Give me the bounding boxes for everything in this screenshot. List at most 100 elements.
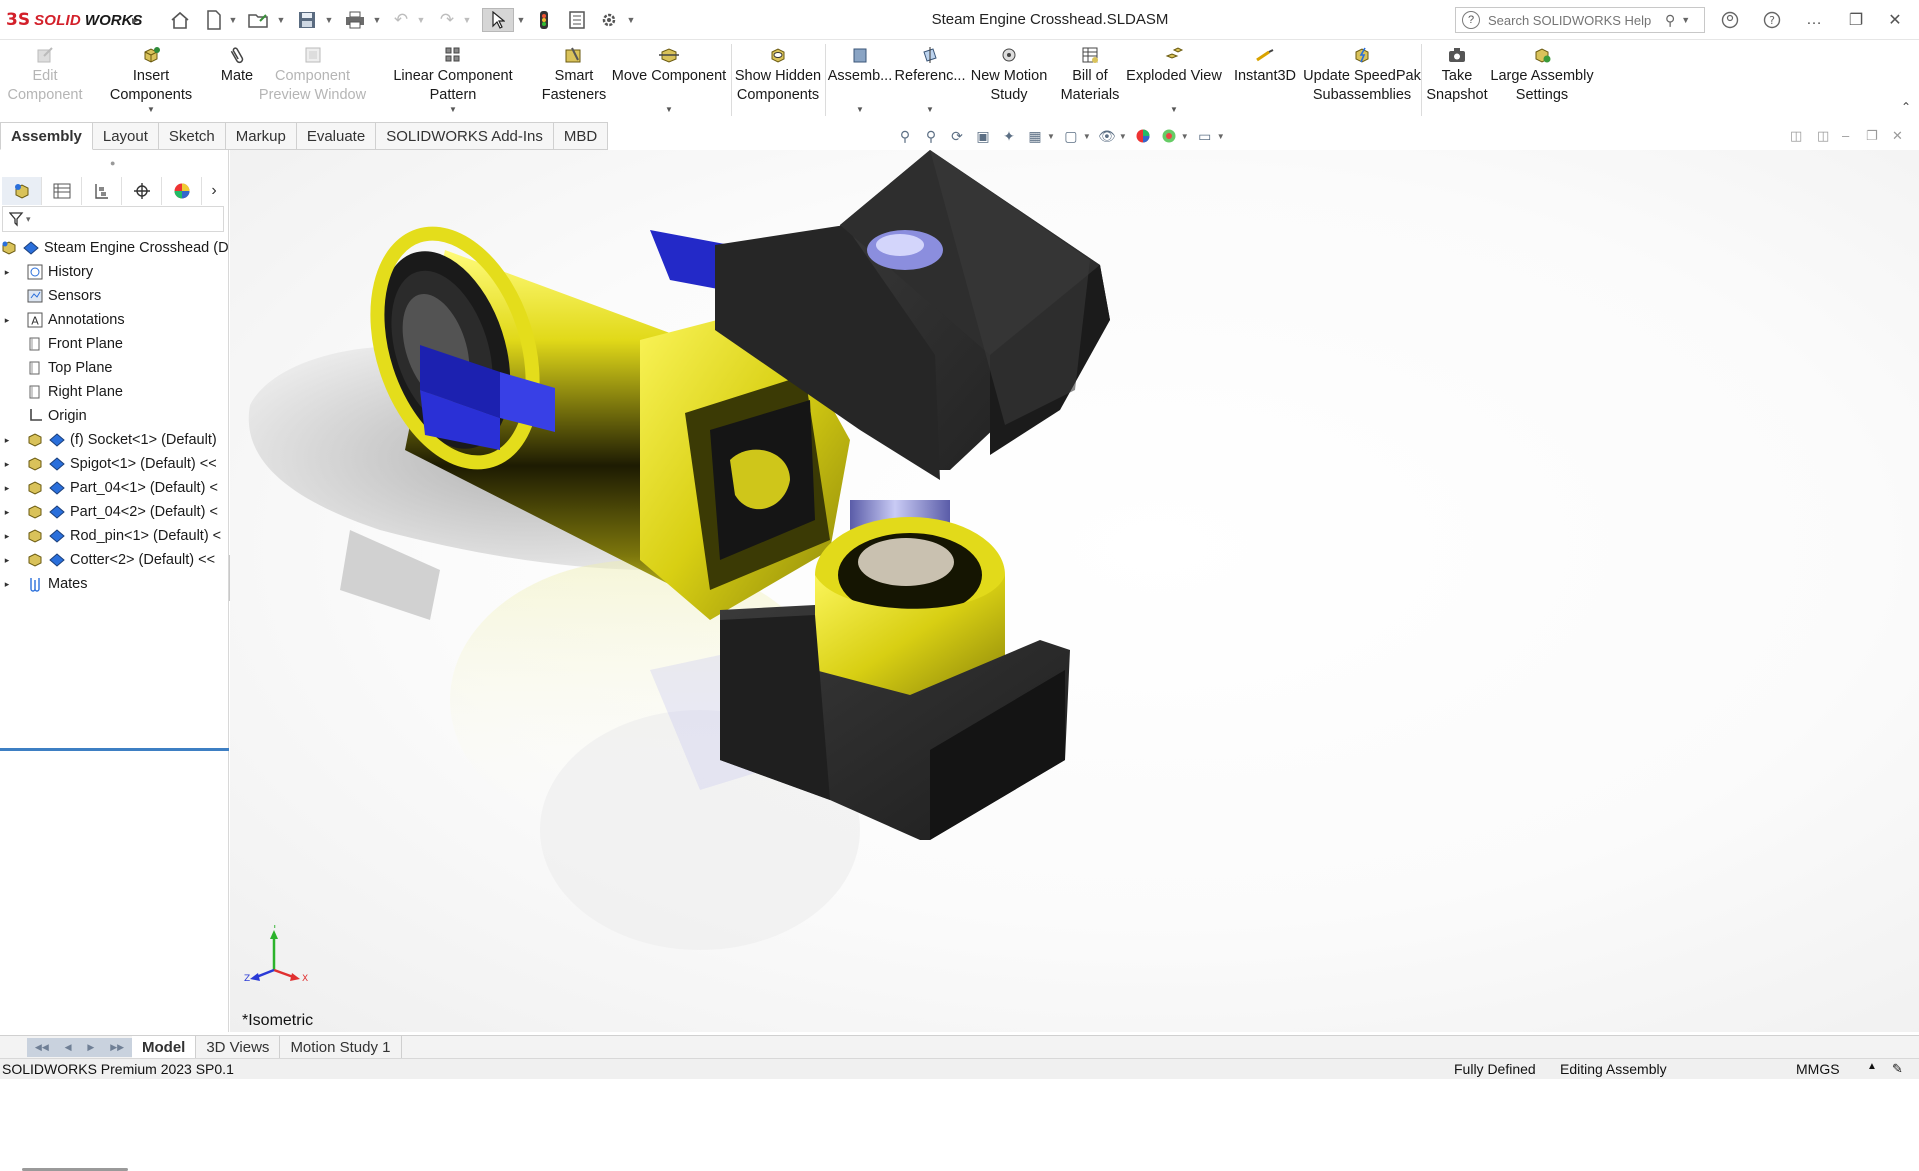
component-preview-window-button[interactable]: Component Preview Window — [259, 45, 366, 115]
tab-model[interactable]: Model — [132, 1036, 197, 1058]
assembly-features-dropdown-icon[interactable]: ▼ — [856, 100, 864, 119]
tree-item-annotations[interactable]: ▸ A Annotations — [0, 308, 229, 332]
home-icon[interactable] — [168, 8, 192, 32]
configuration-manager-tab-icon[interactable] — [82, 177, 122, 205]
feature-manager-tree-tab-icon[interactable] — [2, 177, 42, 205]
file-properties-icon[interactable] — [566, 8, 588, 32]
display-style-icon[interactable]: ▢ — [1061, 126, 1081, 146]
first-tab-arrow-icon[interactable]: ◀◀ — [35, 1042, 49, 1053]
reference-geometry-button[interactable]: Referenc... ▼ — [895, 45, 965, 115]
insert-components-dropdown-icon[interactable]: ▼ — [147, 100, 155, 119]
search-help-box[interactable]: ? ⚲ ▼ — [1455, 7, 1705, 33]
user-account-icon[interactable] — [1716, 8, 1744, 32]
undo-dropdown-icon[interactable]: ▼ — [416, 8, 426, 32]
expand-arrow-icon[interactable]: ▸ — [0, 459, 14, 470]
tab-assembly[interactable]: Assembly — [0, 122, 93, 150]
tree-item-right-plane[interactable]: Right Plane — [0, 380, 229, 404]
undo-icon[interactable]: ↶ — [390, 8, 412, 32]
smart-fasteners-button[interactable]: Smart Fasteners — [540, 45, 608, 115]
display-manager-tab-icon[interactable] — [162, 177, 202, 205]
expand-arrow-icon[interactable]: ▸ — [0, 531, 14, 542]
property-manager-tab-icon[interactable] — [42, 177, 82, 205]
tree-item-part04-2[interactable]: ▸ Part_04<2> (Default) < — [0, 500, 229, 524]
update-speedpak-button[interactable]: Update SpeedPak Subassemblies — [1303, 45, 1421, 115]
section-view-icon[interactable]: ▣ — [973, 126, 993, 146]
tree-item-mates[interactable]: ▸ Mates — [0, 572, 229, 596]
redo-icon[interactable]: ↷ — [436, 8, 458, 32]
exploded-view-dropdown-icon[interactable]: ▼ — [1170, 100, 1178, 119]
close-window-icon[interactable]: ✕ — [1881, 8, 1909, 32]
exploded-view-button[interactable]: Exploded View ▼ — [1126, 45, 1222, 115]
linear-component-pattern-button[interactable]: Linear Component Pattern ▼ — [368, 45, 538, 115]
expand-arrow-icon[interactable]: ▸ — [0, 267, 14, 278]
tree-filter-field[interactable]: ▾ — [2, 206, 224, 232]
viewport-minimize-icon[interactable]: – — [1842, 128, 1849, 143]
take-snapshot-button[interactable]: Take Snapshot — [1424, 45, 1490, 115]
print-icon[interactable] — [344, 8, 366, 32]
tab-markup[interactable]: Markup — [225, 122, 297, 150]
search-icon[interactable]: ⚲ — [1665, 12, 1675, 29]
help-icon[interactable]: ? — [1758, 8, 1786, 32]
move-component-dropdown-icon[interactable]: ▼ — [665, 100, 673, 119]
menu-expand-arrow-icon[interactable]: ▸ — [128, 8, 142, 32]
zoom-to-area-icon[interactable]: ⚲ — [921, 126, 941, 146]
tab-layout[interactable]: Layout — [92, 122, 159, 150]
previous-view-icon[interactable]: ⟳ — [947, 126, 967, 146]
graphics-area[interactable]: Y X Z *Isometric — [230, 150, 1919, 1032]
rebuild-traffic-light-icon[interactable] — [534, 8, 554, 32]
new-document-icon[interactable] — [204, 8, 224, 32]
restore-window-icon[interactable]: ❐ — [1842, 8, 1870, 32]
tab-motion-study-1[interactable]: Motion Study 1 — [280, 1036, 402, 1058]
tab-mbd[interactable]: MBD — [553, 122, 609, 150]
mate-button[interactable]: Mate — [212, 45, 262, 115]
bill-of-materials-button[interactable]: Bill of Materials — [1056, 45, 1124, 115]
new-motion-study-button[interactable]: New Motion Study — [966, 45, 1052, 115]
panel-grip-handle[interactable]: ● — [110, 158, 115, 168]
move-component-button[interactable]: Move Component ▼ — [608, 45, 730, 115]
dimxpert-manager-tab-icon[interactable] — [122, 177, 162, 205]
expand-arrow-icon[interactable]: ▸ — [0, 555, 14, 566]
save-icon[interactable] — [296, 8, 318, 32]
tab-solidworks-add-ins[interactable]: SOLIDWORKS Add-Ins — [376, 122, 554, 150]
open-dropdown-icon[interactable]: ▼ — [276, 8, 286, 32]
expand-arrow-icon[interactable]: ▸ — [0, 483, 14, 494]
panel-more-chevron-icon[interactable]: › — [202, 177, 226, 205]
viewport-restore-icon[interactable]: ❐ — [1866, 128, 1878, 144]
last-tab-arrow-icon[interactable]: ▶▶ — [110, 1042, 124, 1053]
zoom-to-fit-icon[interactable]: ⚲ — [895, 126, 915, 146]
expand-arrow-icon[interactable]: ▸ — [0, 579, 14, 590]
collapse-ribbon-chevron-icon[interactable]: ⌃ — [1901, 100, 1911, 114]
view-orientation-icon[interactable]: ▦ — [1025, 126, 1045, 146]
edit-component-button[interactable]: Edit Component — [5, 45, 85, 115]
axis-triad[interactable]: Y X Z — [244, 925, 314, 995]
view-orientation-dropdown-icon[interactable]: ▼ — [1047, 132, 1055, 141]
next-tab-arrow-icon[interactable]: ▶ — [87, 1042, 94, 1053]
tree-item-history[interactable]: ▸ History — [0, 260, 229, 284]
tree-item-sensors[interactable]: Sensors — [0, 284, 229, 308]
open-folder-icon[interactable] — [248, 8, 270, 32]
new-dropdown-icon[interactable]: ▼ — [228, 8, 238, 32]
apply-scene-icon[interactable] — [1159, 126, 1179, 146]
reference-geometry-dropdown-icon[interactable]: ▼ — [926, 100, 934, 119]
tree-item-socket[interactable]: ▸ (f) Socket<1> (Default) — [0, 428, 229, 452]
view-settings-dropdown-icon[interactable]: ▼ — [1217, 132, 1225, 141]
instant3d-button[interactable]: Instant3D — [1226, 45, 1304, 115]
unit-system-selector[interactable]: MMGS — [1796, 1061, 1840, 1077]
tree-item-origin[interactable]: Origin — [0, 404, 229, 428]
edit-appearance-icon[interactable] — [1133, 126, 1153, 146]
select-dropdown-icon[interactable]: ▼ — [516, 8, 526, 32]
display-style-dropdown-icon[interactable]: ▼ — [1083, 132, 1091, 141]
large-assembly-settings-button[interactable]: Large Assembly Settings — [1490, 45, 1594, 115]
linear-pattern-dropdown-icon[interactable]: ▼ — [449, 100, 457, 119]
redo-dropdown-icon[interactable]: ▼ — [462, 8, 472, 32]
show-hidden-components-button[interactable]: Show Hidden Components — [734, 45, 822, 115]
status-notifications-icon[interactable]: ✎ — [1892, 1061, 1903, 1077]
tree-item-front-plane[interactable]: Front Plane — [0, 332, 229, 356]
assembly-features-button[interactable]: Assemb... ▼ — [828, 45, 892, 115]
tab-evaluate[interactable]: Evaluate — [296, 122, 377, 150]
hide-show-items-icon[interactable]: 👁 — [1097, 126, 1117, 146]
filter-dropdown-icon[interactable]: ▾ — [26, 214, 31, 225]
options-gear-icon[interactable] — [598, 8, 620, 32]
split-view-left-icon[interactable]: ◫ — [1790, 128, 1802, 144]
hide-show-dropdown-icon[interactable]: ▼ — [1119, 132, 1127, 141]
